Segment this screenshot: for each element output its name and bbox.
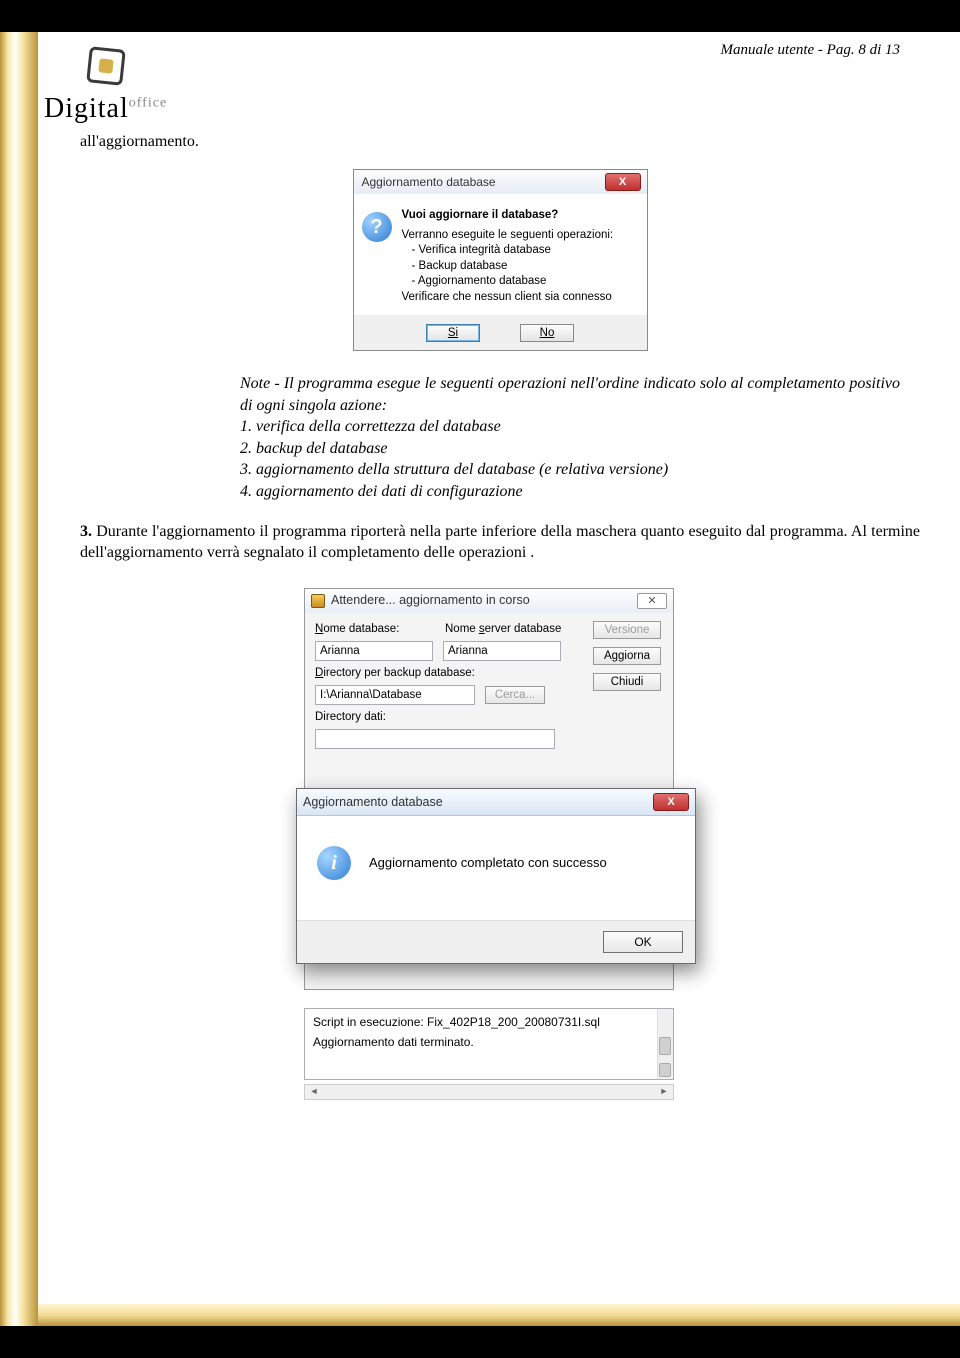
confirm-dialog: Aggiornamento database X ? Vuoi aggiorna…	[353, 169, 648, 351]
versione-button[interactable]: Versione	[593, 621, 661, 639]
ok-button[interactable]: OK	[603, 931, 683, 953]
bottom-gold-bar	[38, 1304, 960, 1326]
info-icon: i	[317, 846, 351, 880]
horizontal-scrollbar[interactable]: ◄ ►	[304, 1084, 674, 1100]
log-line-1: Script in esecuzione: Fix_402P18_200_200…	[313, 1015, 665, 1029]
confirm-dialog-message: Vuoi aggiornare il database? Verranno es…	[402, 208, 614, 305]
confirm-question: Vuoi aggiornare il database?	[402, 208, 614, 224]
left-gold-strip	[0, 0, 38, 1358]
label-dbserver: Nome server database	[445, 623, 585, 635]
section-3-number: 3.	[80, 523, 92, 540]
body-line-1: all'aggiornamento.	[80, 133, 920, 151]
input-dbserver[interactable]	[443, 641, 561, 661]
label-dbname: NNome database:ome database:	[315, 623, 435, 635]
browse-button[interactable]: Cerca...	[485, 686, 545, 704]
progress-dialog-title: Attendere... aggiornamento in corso	[331, 593, 530, 607]
chiudi-button[interactable]: Chiudi	[593, 673, 661, 691]
scroll-down-arrow[interactable]	[659, 1063, 671, 1077]
top-black-bar	[0, 0, 960, 32]
note-4: 4. aggiornamento dei dati di configurazi…	[240, 481, 900, 503]
note-1: 1. verifica della correttezza del databa…	[240, 416, 900, 438]
scroll-right-arrow[interactable]: ►	[657, 1086, 671, 1098]
close-button[interactable]: X	[605, 173, 641, 191]
label-backupdir: Directory per backup database:	[315, 667, 475, 679]
app-icon	[311, 594, 325, 608]
logo: Digitaloffice	[44, 48, 930, 125]
log-line-2: Aggiornamento dati terminato.	[313, 1035, 665, 1049]
confirm-op2: - Backup database	[412, 259, 614, 275]
aggiorna-button[interactable]: Aggiorna	[593, 647, 661, 665]
input-datadir[interactable]	[315, 729, 555, 749]
scroll-left-arrow[interactable]: ◄	[307, 1086, 321, 1098]
confirm-warning: Verificare che nessun client sia conness…	[402, 290, 614, 306]
logo-sub: office	[129, 96, 167, 111]
vertical-scrollbar[interactable]	[657, 1009, 673, 1079]
success-close-button[interactable]: X	[653, 793, 689, 811]
success-message: Aggiornamento completato con successo	[369, 855, 607, 870]
confirm-dialog-footer: Si No	[354, 315, 647, 350]
progress-dialog-group: Attendere... aggiornamento in corso ✕ NN…	[300, 588, 700, 1128]
logo-main: Digital	[44, 93, 129, 124]
progress-close-button[interactable]: ✕	[637, 593, 667, 609]
note-3: 3. aggiornamento della struttura del dat…	[240, 459, 900, 481]
bottom-black-bar	[0, 1326, 960, 1358]
confirm-dialog-title: Aggiornamento database	[362, 175, 496, 189]
logo-mark	[86, 46, 126, 86]
progress-dialog-titlebar: Attendere... aggiornamento in corso ✕	[305, 589, 673, 613]
success-dialog-title: Aggiornamento database	[303, 795, 443, 809]
confirm-op1: - Verifica integrità database	[412, 243, 614, 259]
success-dialog: Aggiornamento database X i Aggiornamento…	[296, 788, 696, 964]
note-2: 2. backup del database	[240, 438, 900, 460]
logo-text: Digitaloffice	[44, 93, 930, 125]
no-button[interactable]: No	[520, 324, 574, 342]
log-area: Script in esecuzione: Fix_402P18_200_200…	[304, 1008, 674, 1080]
input-backupdir[interactable]	[315, 685, 475, 705]
note-intro: Note - Il programma esegue le seguenti o…	[240, 373, 900, 416]
confirm-op3: - Aggiornamento database	[412, 274, 614, 290]
section-3-text: Durante l'aggiornamento il programma rip…	[80, 523, 920, 562]
label-datadir: Directory dati:	[315, 711, 386, 723]
success-dialog-titlebar: Aggiornamento database X	[297, 789, 695, 816]
input-dbname[interactable]	[315, 641, 433, 661]
yes-button[interactable]: Si	[426, 324, 480, 342]
scroll-thumb[interactable]	[659, 1037, 671, 1055]
section-3: 3. Durante l'aggiornamento il programma …	[80, 521, 920, 564]
question-icon: ?	[362, 212, 392, 242]
confirm-lead: Verranno eseguite le seguenti operazioni…	[402, 228, 614, 244]
confirm-dialog-titlebar: Aggiornamento database X	[354, 170, 647, 194]
